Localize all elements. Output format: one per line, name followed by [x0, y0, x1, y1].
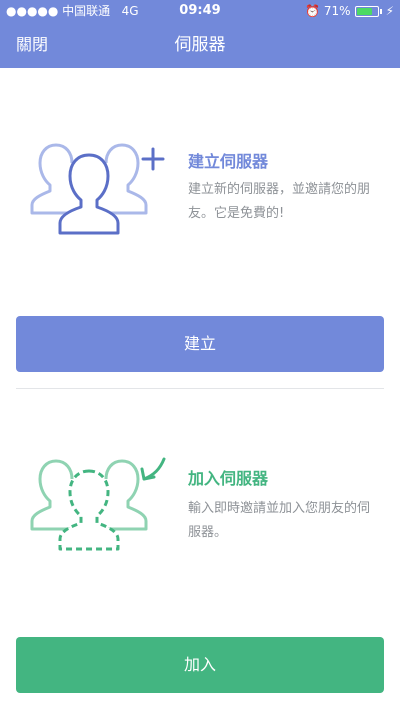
status-bar: ●●●●● 中国联通 4G 09:49 ⏰ 71% ⚡: [0, 0, 400, 22]
battery-percentage: 71%: [323, 4, 351, 18]
join-server-description: 輸入即時邀請並加入您朋友的伺服器。: [188, 501, 371, 540]
join-button[interactable]: 加入: [16, 637, 384, 693]
page-title: 伺服器: [174, 35, 226, 55]
alarm-clock-icon: ⏰: [304, 4, 320, 18]
nav-bar: 關閉 伺服器: [0, 22, 400, 68]
create-server-description: 建立新的伺服器，並邀請您的朋友。它是免費的!: [188, 182, 371, 221]
group-join-icon: [26, 449, 176, 559]
charging-icon: ⚡: [385, 4, 394, 18]
create-server-title: 建立伺服器: [188, 152, 269, 171]
create-button[interactable]: 建立: [16, 316, 384, 372]
join-server-title: 加入伺服器: [188, 469, 269, 488]
battery-tip: [379, 8, 382, 14]
join-server-section: 加入伺服器 輸入即時邀請並加入您朋友的伺服器。: [0, 389, 400, 637]
status-right: ⏰ 71% ⚡: [305, 0, 394, 22]
top-bar: ●●●●● 中国联通 4G 09:49 ⏰ 71% ⚡ 關閉 伺服器: [0, 0, 400, 68]
group-add-icon: [26, 133, 176, 243]
create-server-section: 建立伺服器 建立新的伺服器，並邀請您的朋友。它是免費的!: [0, 68, 400, 318]
battery-icon: [354, 5, 379, 17]
